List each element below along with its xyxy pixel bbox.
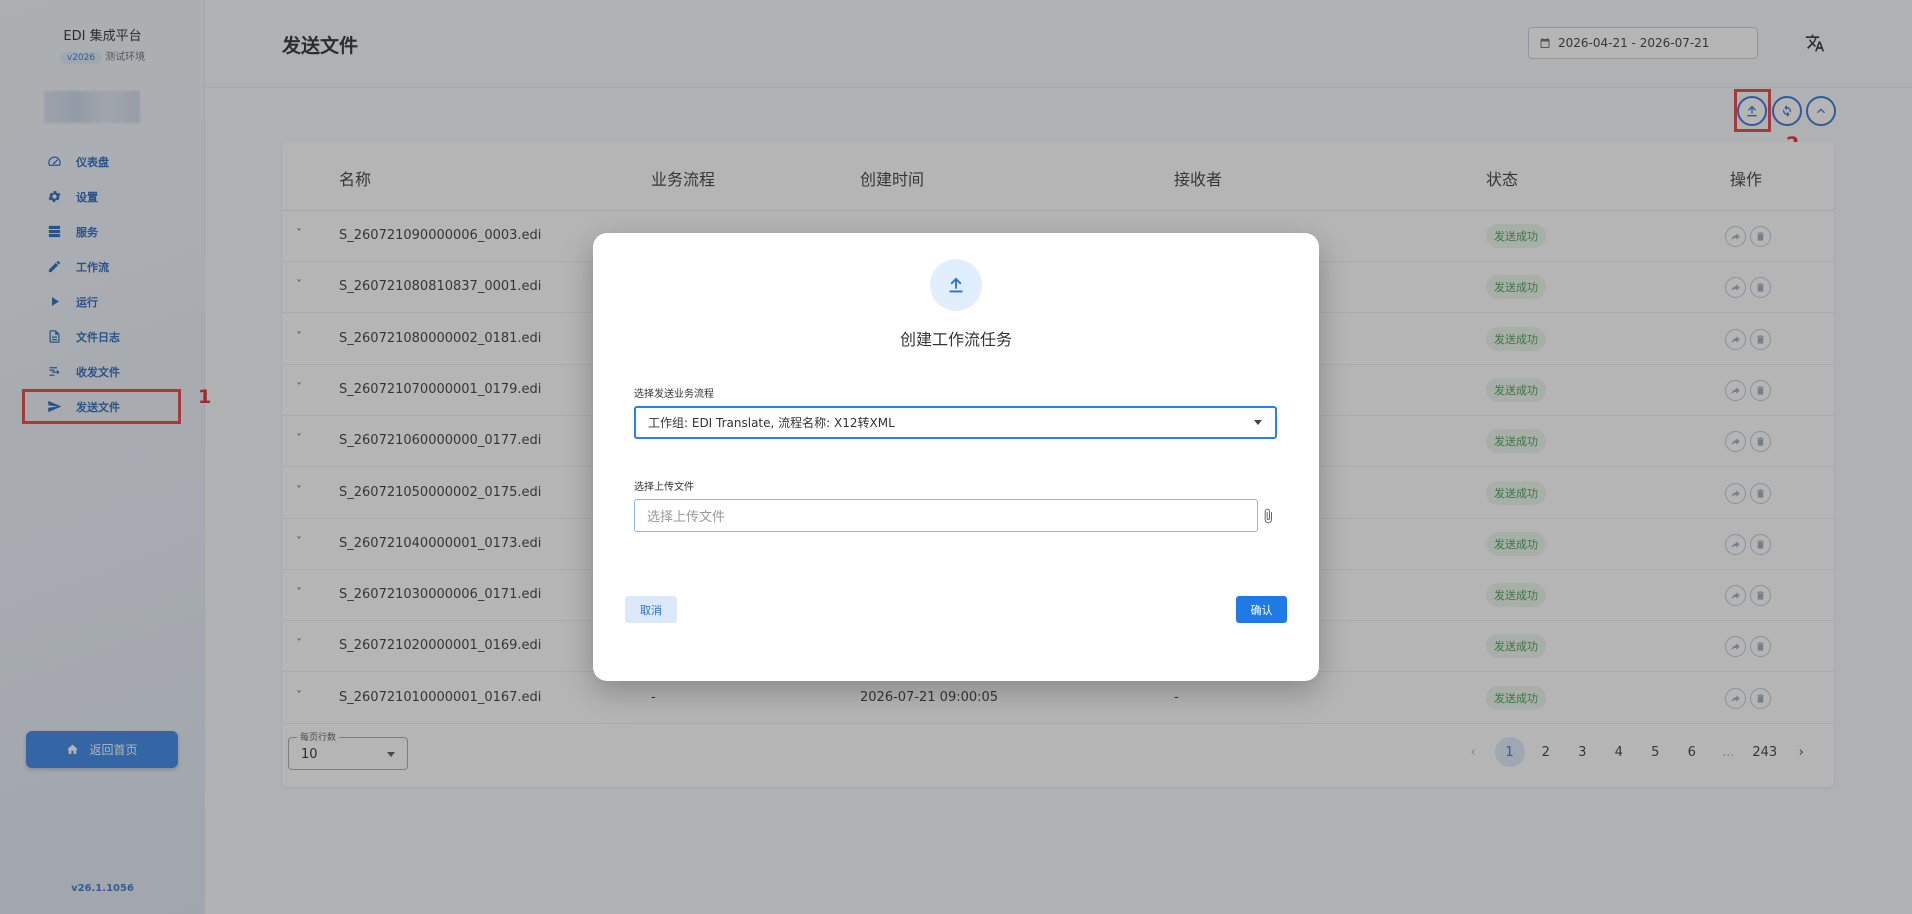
caret-down-icon (1254, 420, 1262, 425)
file-input[interactable]: 选择上传文件 (634, 499, 1258, 532)
file-input-placeholder: 选择上传文件 (647, 510, 726, 525)
upload-icon (930, 259, 982, 311)
cancel-button[interactable]: 取消 (625, 596, 677, 623)
create-task-dialog: 创建工作流任务 选择发送业务流程 工作组: EDI Translate, 流程名… (593, 233, 1319, 681)
paperclip-icon[interactable] (1260, 506, 1276, 526)
file-field-label: 选择上传文件 (634, 482, 694, 493)
flow-select[interactable]: 工作组: EDI Translate, 流程名称: X12转XML (634, 406, 1277, 439)
flow-select-value: 工作组: EDI Translate, 流程名称: X12转XML (648, 416, 895, 430)
flow-field-label: 选择发送业务流程 (634, 389, 714, 400)
dialog-title: 创建工作流任务 (899, 330, 1012, 349)
confirm-button[interactable]: 确认 (1236, 596, 1287, 623)
